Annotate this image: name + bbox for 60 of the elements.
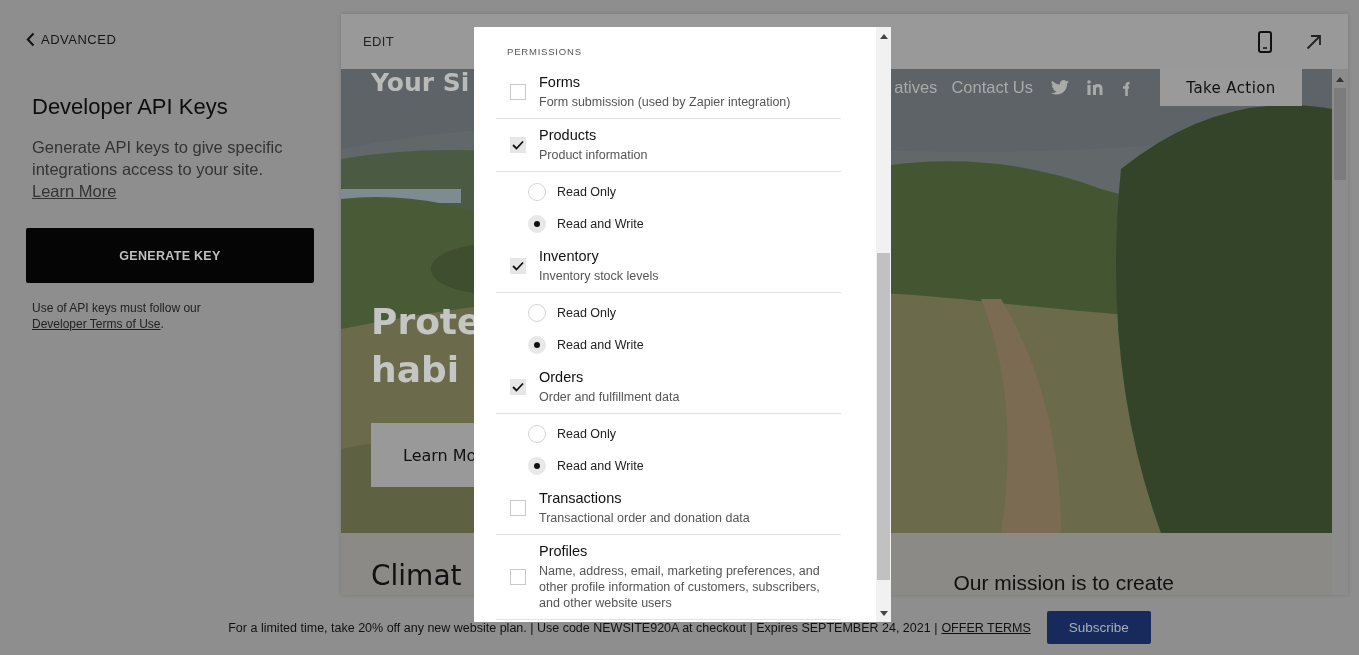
mission-text: Our mission is to create	[953, 571, 1174, 595]
chevron-left-icon	[26, 32, 35, 47]
checkbox[interactable]	[510, 136, 526, 153]
radio-label[interactable]: Read and Write	[557, 338, 644, 352]
checkbox[interactable]	[510, 257, 526, 274]
dialog-scrollbar[interactable]	[876, 27, 891, 622]
scroll-up-icon[interactable]	[879, 34, 888, 39]
permission-description: Transactional order and donation data	[539, 510, 751, 526]
permission-title: Inventory	[539, 247, 600, 266]
radio-label[interactable]: Read and Write	[557, 459, 644, 473]
scroll-thumb[interactable]	[877, 253, 890, 580]
permission-description: Name, address, email, marketing preferences, and other profile information of customers, subscribers, and other website users	[539, 563, 821, 611]
take-action-button[interactable]: Take Action	[1160, 69, 1302, 106]
permission-description: Order and fulfillment data	[539, 389, 681, 405]
check-icon	[512, 260, 524, 271]
radio-button[interactable]	[528, 457, 546, 475]
checkbox[interactable]	[510, 378, 526, 395]
back-link[interactable]: ADVANCED	[26, 32, 117, 47]
permission-title: Orders	[539, 368, 585, 387]
radio-label[interactable]: Read Only	[557, 427, 617, 441]
mobile-phone-icon[interactable]	[1258, 30, 1272, 53]
generate-key-button[interactable]: GENERATE KEY	[26, 228, 314, 283]
panel-title: Developer API Keys	[32, 94, 229, 120]
permission-title: Forms	[539, 73, 582, 92]
section-heading: Climat	[371, 559, 462, 593]
permission-title: Products	[539, 126, 598, 145]
check-icon	[512, 381, 524, 392]
scroll-down-icon[interactable]	[879, 611, 888, 616]
permission-description: Form submission (used by Zapier integration)	[539, 94, 792, 110]
radio-button[interactable]	[528, 425, 546, 443]
arrow-up-right-icon[interactable]	[1306, 33, 1322, 50]
permission-description: Product information	[539, 147, 649, 163]
linkedin-icon[interactable]	[1087, 80, 1103, 95]
promo-text: For a limited time, take 20% off any new website plan. | Use code NEWSITE920A at checkout | Expires SEPTEMBER 24, 2021 |	[228, 620, 938, 635]
edit-label[interactable]: EDIT	[363, 34, 395, 49]
check-icon	[512, 139, 524, 150]
scroll-up-icon[interactable]	[1336, 77, 1344, 82]
learn-more-link[interactable]: Learn More	[32, 182, 117, 200]
radio-label[interactable]: Read Only	[557, 306, 617, 320]
radio-label[interactable]: Read and Write	[557, 217, 644, 231]
checkbox[interactable]	[510, 83, 526, 100]
permission-description: Inventory stock levels	[539, 268, 660, 284]
radio-label[interactable]: Read Only	[557, 185, 617, 199]
facebook-icon[interactable]	[1121, 79, 1130, 96]
scrollbar[interactable]	[1332, 69, 1348, 595]
checkbox[interactable]	[510, 568, 526, 585]
radio-button[interactable]	[528, 304, 546, 322]
radio-button[interactable]	[528, 215, 546, 233]
terms-note: Use of API keys must follow our Developer Terms of Use.	[32, 300, 202, 332]
checkbox[interactable]	[510, 499, 526, 516]
radio-button[interactable]	[528, 183, 546, 201]
radio-button[interactable]	[528, 336, 546, 354]
permissions-heading: PERMISSIONS	[506, 45, 583, 59]
terms-link[interactable]: Developer Terms of Use	[32, 317, 161, 331]
permission-title: Profiles	[539, 542, 589, 561]
panel-description: Generate API keys to give specific integrations access to your site.	[32, 138, 283, 178]
subscribe-button[interactable]: Subscribe	[1046, 611, 1151, 644]
twitter-icon[interactable]	[1051, 80, 1069, 95]
offer-terms-link[interactable]: OFFER TERMS	[941, 620, 1031, 635]
permission-title: Transactions	[539, 489, 623, 508]
